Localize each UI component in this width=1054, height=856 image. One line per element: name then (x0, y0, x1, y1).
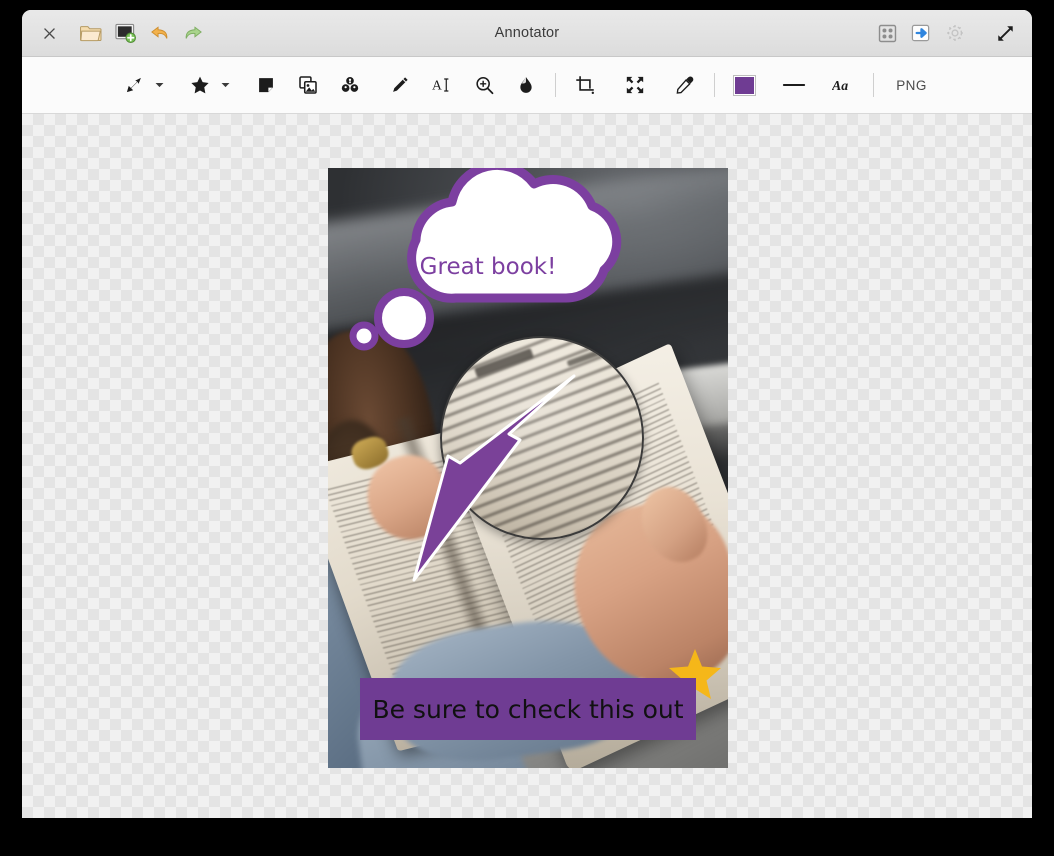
annotation-arrow[interactable] (396, 368, 586, 598)
sticker-note-icon (259, 78, 274, 93)
new-screenshot-icon (114, 23, 136, 43)
color-swatch (732, 74, 756, 96)
font-icon: Aa (832, 78, 848, 93)
open-folder-button[interactable] (74, 16, 108, 50)
pencil-icon (393, 77, 408, 92)
titlebar-right-actions (870, 10, 1022, 56)
new-screenshot-button[interactable] (108, 16, 142, 50)
line-width-icon (783, 84, 806, 86)
fit-to-screen-button[interactable] (618, 68, 652, 102)
redo-icon (185, 26, 202, 39)
settings-gear-icon (947, 25, 963, 41)
annotation-banner-text: Be sure to check this out (372, 694, 684, 724)
shape-tool-dropdown[interactable] (217, 68, 233, 102)
svg-text:A: A (432, 78, 442, 93)
toolbar-separator (714, 73, 716, 97)
settings-button[interactable] (938, 16, 972, 50)
svg-text:Aa: Aa (832, 78, 848, 93)
tool-bar: A Aa PNG (22, 57, 1032, 114)
export-button[interactable] (904, 16, 938, 50)
image-stamp-icon (299, 76, 318, 94)
export-icon (911, 24, 930, 42)
crop-tool-button[interactable] (568, 68, 602, 102)
close-button[interactable] (32, 16, 66, 50)
text-tool-button[interactable]: A (425, 68, 459, 102)
arrow-tool-icon (127, 77, 142, 93)
titlebar-left-actions (22, 16, 210, 50)
thumbnails-button[interactable] (870, 16, 904, 50)
thumbnails-icon (878, 24, 896, 42)
undo-icon (150, 26, 167, 39)
annotation-bubble-circle-small[interactable] (346, 318, 382, 354)
fill-drop-tool-button[interactable] (509, 68, 543, 102)
color-swatch-button[interactable] (727, 68, 761, 102)
star-icon (191, 76, 209, 94)
arrow-tool-button[interactable] (117, 68, 151, 102)
arrow-tool-dropdown[interactable] (151, 68, 167, 102)
redo-button[interactable] (176, 16, 210, 50)
toolbar-separator (555, 73, 557, 97)
canvas-area[interactable]: Great book! Be sure to check this out (22, 114, 1032, 818)
chevron-down-icon (221, 83, 230, 88)
chevron-down-icon (155, 83, 164, 88)
annotated-image[interactable]: Great book! Be sure to check this out (328, 168, 728, 768)
blur-obfuscate-icon (342, 77, 359, 92)
sticker-note-tool-button[interactable] (249, 68, 283, 102)
font-button[interactable]: Aa (827, 68, 861, 102)
title-bar: Annotator (22, 10, 1032, 57)
undo-button[interactable] (142, 16, 176, 50)
open-folder-icon (80, 26, 102, 42)
blur-obfuscate-tool-button[interactable] (333, 68, 367, 102)
pencil-tool-button[interactable] (383, 68, 417, 102)
magnifier-icon (476, 76, 494, 94)
maximize-button[interactable] (988, 16, 1022, 50)
image-stamp-tool-button[interactable] (291, 68, 325, 102)
toolbar-separator (873, 73, 875, 97)
crop-icon (576, 76, 595, 94)
line-width-button[interactable] (777, 68, 811, 102)
output-format-button[interactable]: PNG (886, 78, 936, 93)
annotator-window: Annotator A Aa PNG Great book! Be sure t… (22, 10, 1032, 818)
text-tool-icon: A (432, 78, 449, 93)
maximize-icon (997, 25, 1013, 41)
eyedropper-icon (676, 76, 694, 94)
fill-drop-icon (520, 77, 532, 93)
magnifier-tool-button[interactable] (467, 68, 501, 102)
app-root: Annotator A Aa PNG Great book! Be sure t… (0, 0, 1054, 856)
close-icon (43, 27, 55, 39)
fit-to-screen-icon (627, 76, 644, 94)
shape-tool-button[interactable] (183, 68, 217, 102)
annotation-banner[interactable]: Be sure to check this out (360, 678, 696, 740)
color-picker-button[interactable] (668, 68, 702, 102)
